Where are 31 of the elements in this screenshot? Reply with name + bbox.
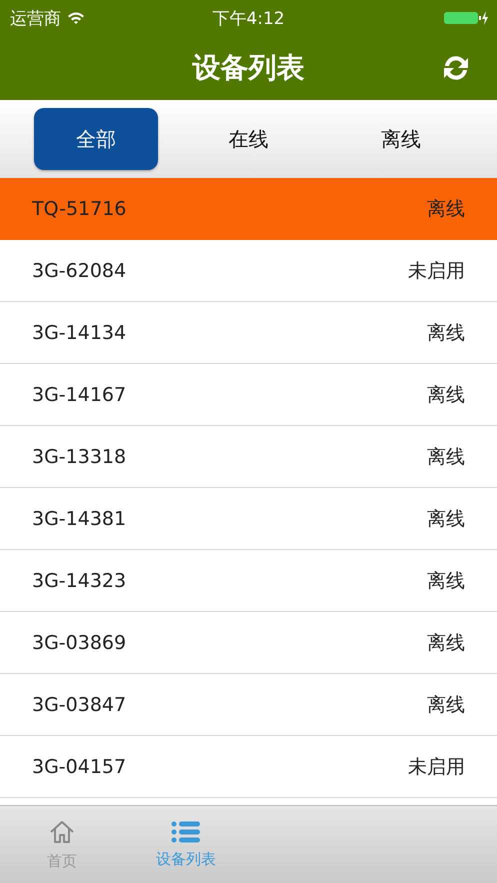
screen-title: 设备列表 [192, 50, 304, 86]
device-status: 未启用 [408, 754, 465, 780]
device-name: 3G-04157 [32, 756, 126, 778]
device-name: 3G-14323 [32, 570, 126, 592]
device-name: 3G-14134 [32, 322, 126, 344]
device-name: 3G-14167 [32, 384, 126, 406]
device-name: 3G-14381 [32, 508, 126, 530]
device-status: 离线 [427, 444, 465, 470]
device-status: 离线 [427, 568, 465, 594]
device-status: 离线 [427, 382, 465, 408]
device-row[interactable]: TQ-51716 离线 [0, 178, 497, 240]
device-status: 离线 [427, 506, 465, 532]
device-status: 离线 [427, 196, 465, 222]
wifi-icon [67, 11, 85, 25]
device-name: TQ-51716 [32, 198, 126, 220]
filter-tab[interactable]: 离线 [338, 108, 463, 170]
device-name: 3G-13318 [32, 446, 126, 468]
filter-tab[interactable]: 在线 [186, 108, 310, 170]
list-icon [171, 820, 201, 844]
battery-icon [443, 10, 489, 26]
clock-time: 下午4:12 [212, 8, 285, 30]
device-name: 3G-03847 [32, 694, 126, 716]
device-status: 未启用 [408, 258, 465, 284]
device-status: 离线 [427, 630, 465, 656]
device-name: 3G-03869 [32, 632, 126, 654]
device-status: 离线 [427, 692, 465, 718]
filter-tab[interactable]: 全部 [34, 108, 158, 170]
carrier-name: 运营商 [10, 8, 61, 30]
device-status: 离线 [427, 320, 465, 346]
device-name: 3G-62084 [32, 260, 126, 282]
home-icon [48, 818, 76, 846]
